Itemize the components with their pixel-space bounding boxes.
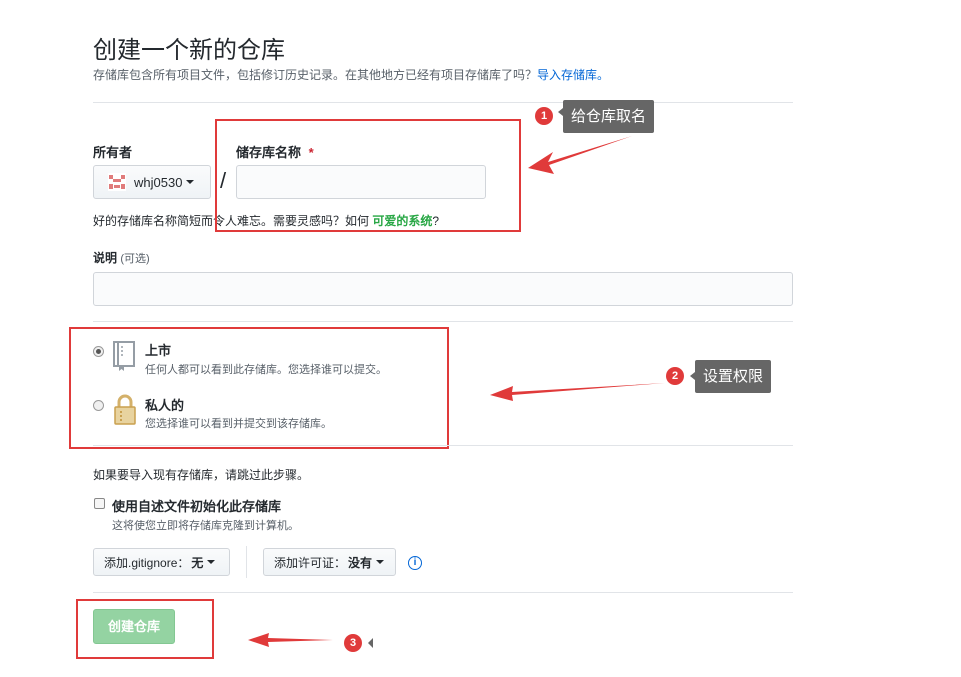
annotation-badge-3: 3 [344, 634, 362, 652]
annotation-arrows [248, 108, 695, 648]
arrow-2-icon [490, 383, 665, 401]
arrow-3-icon [248, 633, 333, 647]
annotation-badge-2: 2 [666, 367, 684, 385]
annotation-badge-1: 1 [535, 107, 553, 125]
annotation-callout-2: 设置权限 [695, 360, 772, 393]
arrow-1-icon [528, 136, 632, 174]
annotation-callout-1: 给仓库取名 [563, 100, 655, 133]
callout-pointer-3 [368, 638, 373, 648]
